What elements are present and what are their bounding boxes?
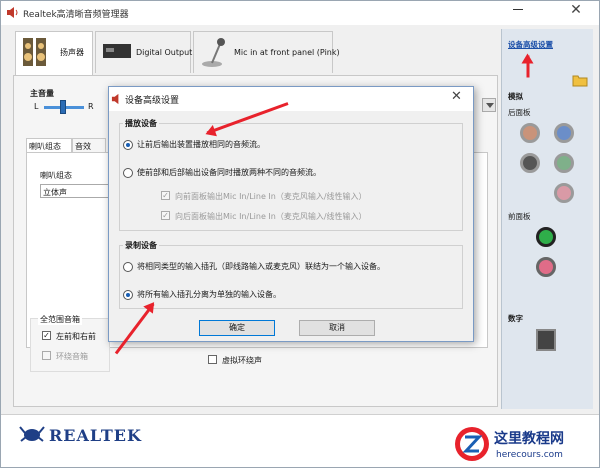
rear-jack-orange[interactable]: [520, 123, 540, 143]
speaker-icon: [111, 93, 119, 105]
full-range-front-label: 左前和右前: [56, 332, 96, 341]
playback-same-stream-label: 让前后输出装置播放相同的音频流。: [137, 140, 265, 149]
full-range-label: 全范围音箱: [38, 314, 82, 325]
main-volume-label: 主音量: [30, 89, 54, 98]
speaker-config-value: 立体声: [43, 188, 67, 197]
device-side-panel: 设备高级设置 模拟 后面板 前面板 数字: [501, 29, 593, 409]
virtual-surround-checkbox[interactable]: [208, 355, 217, 364]
dialog-close-icon[interactable]: ✕: [451, 89, 462, 104]
rear-jack-green[interactable]: [554, 153, 574, 173]
tab-speakers[interactable]: 扬声器: [15, 31, 93, 75]
playback-separate-stream-radio[interactable]: [123, 168, 133, 178]
speakers-icon: [23, 38, 46, 66]
recording-separate-radio[interactable]: [123, 290, 133, 300]
subtab-effects-label: 音效: [75, 142, 91, 151]
full-range-front-checkbox[interactable]: ✓: [42, 331, 51, 340]
realtek-crab-icon: [19, 426, 45, 442]
dialog-title-bar: 设备高级设置 ✕: [109, 87, 473, 111]
speaker-config-label: 喇叭组态: [40, 171, 72, 180]
volume-left-label: L: [34, 102, 39, 111]
playback-same-stream-radio[interactable]: [123, 140, 133, 150]
site-watermark: 这里教程网 herecours.com: [452, 424, 598, 468]
dialog-title: 设备高级设置: [125, 96, 180, 106]
volume-slider-thumb[interactable]: [60, 100, 66, 114]
advanced-settings-dialog: 设备高级设置 ✕ 播放设备 让前后输出装置播放相同的音频流。 使前部和后部输出设…: [108, 86, 474, 342]
volume-right-label: R: [88, 102, 94, 111]
virtual-surround-label: 虚拟环绕声: [222, 356, 262, 365]
tab-digital-output[interactable]: Digital Output: [95, 31, 193, 73]
speaker-icon: [7, 7, 18, 18]
cancel-button[interactable]: 取消: [299, 320, 375, 336]
rear-mic-output-checkbox[interactable]: ✓: [161, 211, 170, 220]
front-mic-output-label: 向前面板输出Mic In/Line In（麦克风输入/线性输入）: [175, 192, 367, 201]
playback-group-title: 播放设备: [123, 118, 159, 129]
window-title: Realtek高清晰音频管理器: [23, 10, 129, 20]
recording-combined-label: 将相同类型的输入插孔（即线路输入或麦克风）联结为一个输入设备。: [137, 262, 385, 271]
digital-device-icon: [103, 44, 131, 58]
microphone-icon: [202, 38, 225, 67]
subtab-effects[interactable]: 音效: [72, 138, 106, 152]
digital-label: 数字: [508, 314, 523, 323]
title-bar: Realtek高清晰音频管理器 ✕: [1, 1, 599, 25]
device-advanced-settings-link[interactable]: 设备高级设置: [508, 39, 553, 50]
recording-combined-radio[interactable]: [123, 262, 133, 272]
tab-digital-output-label: Digital Output: [136, 48, 193, 57]
tab-mic-front[interactable]: Mic in at front panel (Pink): [193, 31, 340, 73]
watermark-url: herecours.com: [496, 450, 563, 460]
device-dropdown-button[interactable]: [482, 98, 496, 112]
front-panel-label: 前面板: [508, 212, 531, 221]
subtab-speaker-config[interactable]: 喇叭组态: [26, 138, 72, 152]
chevron-down-icon: [486, 103, 494, 108]
watermark-logo-icon: [455, 427, 489, 461]
front-jack-green[interactable]: [536, 227, 556, 247]
ok-button[interactable]: 确定: [199, 320, 275, 336]
tab-mic-front-label: Mic in at front panel (Pink): [234, 48, 340, 57]
subtab-speaker-config-label: 喇叭组态: [29, 142, 61, 151]
rear-mic-output-label: 向后面板输出Mic In/Line In（麦克风输入/线性输入）: [175, 212, 367, 221]
rear-jack-blue[interactable]: [554, 123, 574, 143]
rear-jack-pink[interactable]: [554, 183, 574, 203]
full-range-surround-label: 环绕音箱: [56, 352, 88, 361]
close-icon[interactable]: ✕: [568, 2, 584, 18]
watermark-title: 这里教程网: [494, 431, 564, 447]
analog-label: 模拟: [508, 92, 523, 101]
front-mic-output-checkbox[interactable]: ✓: [161, 191, 170, 200]
speaker-config-select[interactable]: 立体声: [40, 184, 110, 198]
tab-speakers-label: 扬声器: [60, 48, 84, 57]
rear-panel-label: 后面板: [508, 108, 531, 117]
recording-separate-label: 将所有输入插孔分离为单独的输入设备。: [137, 290, 281, 299]
minimize-icon[interactable]: [513, 9, 523, 10]
digital-jack-icon[interactable]: [536, 329, 556, 351]
folder-icon[interactable]: [572, 73, 588, 87]
full-range-group: [30, 318, 110, 372]
realtek-logo: REALTEK: [49, 426, 142, 445]
full-range-surround-checkbox[interactable]: [42, 351, 51, 360]
annotation-arrow-advanced: [526, 55, 530, 78]
playback-separate-stream-label: 使前部和后部输出设备同时播放两种不同的音频流。: [137, 168, 321, 177]
front-jack-pink[interactable]: [536, 257, 556, 277]
rear-jack-black[interactable]: [520, 153, 540, 173]
recording-group-title: 录制设备: [123, 240, 159, 251]
